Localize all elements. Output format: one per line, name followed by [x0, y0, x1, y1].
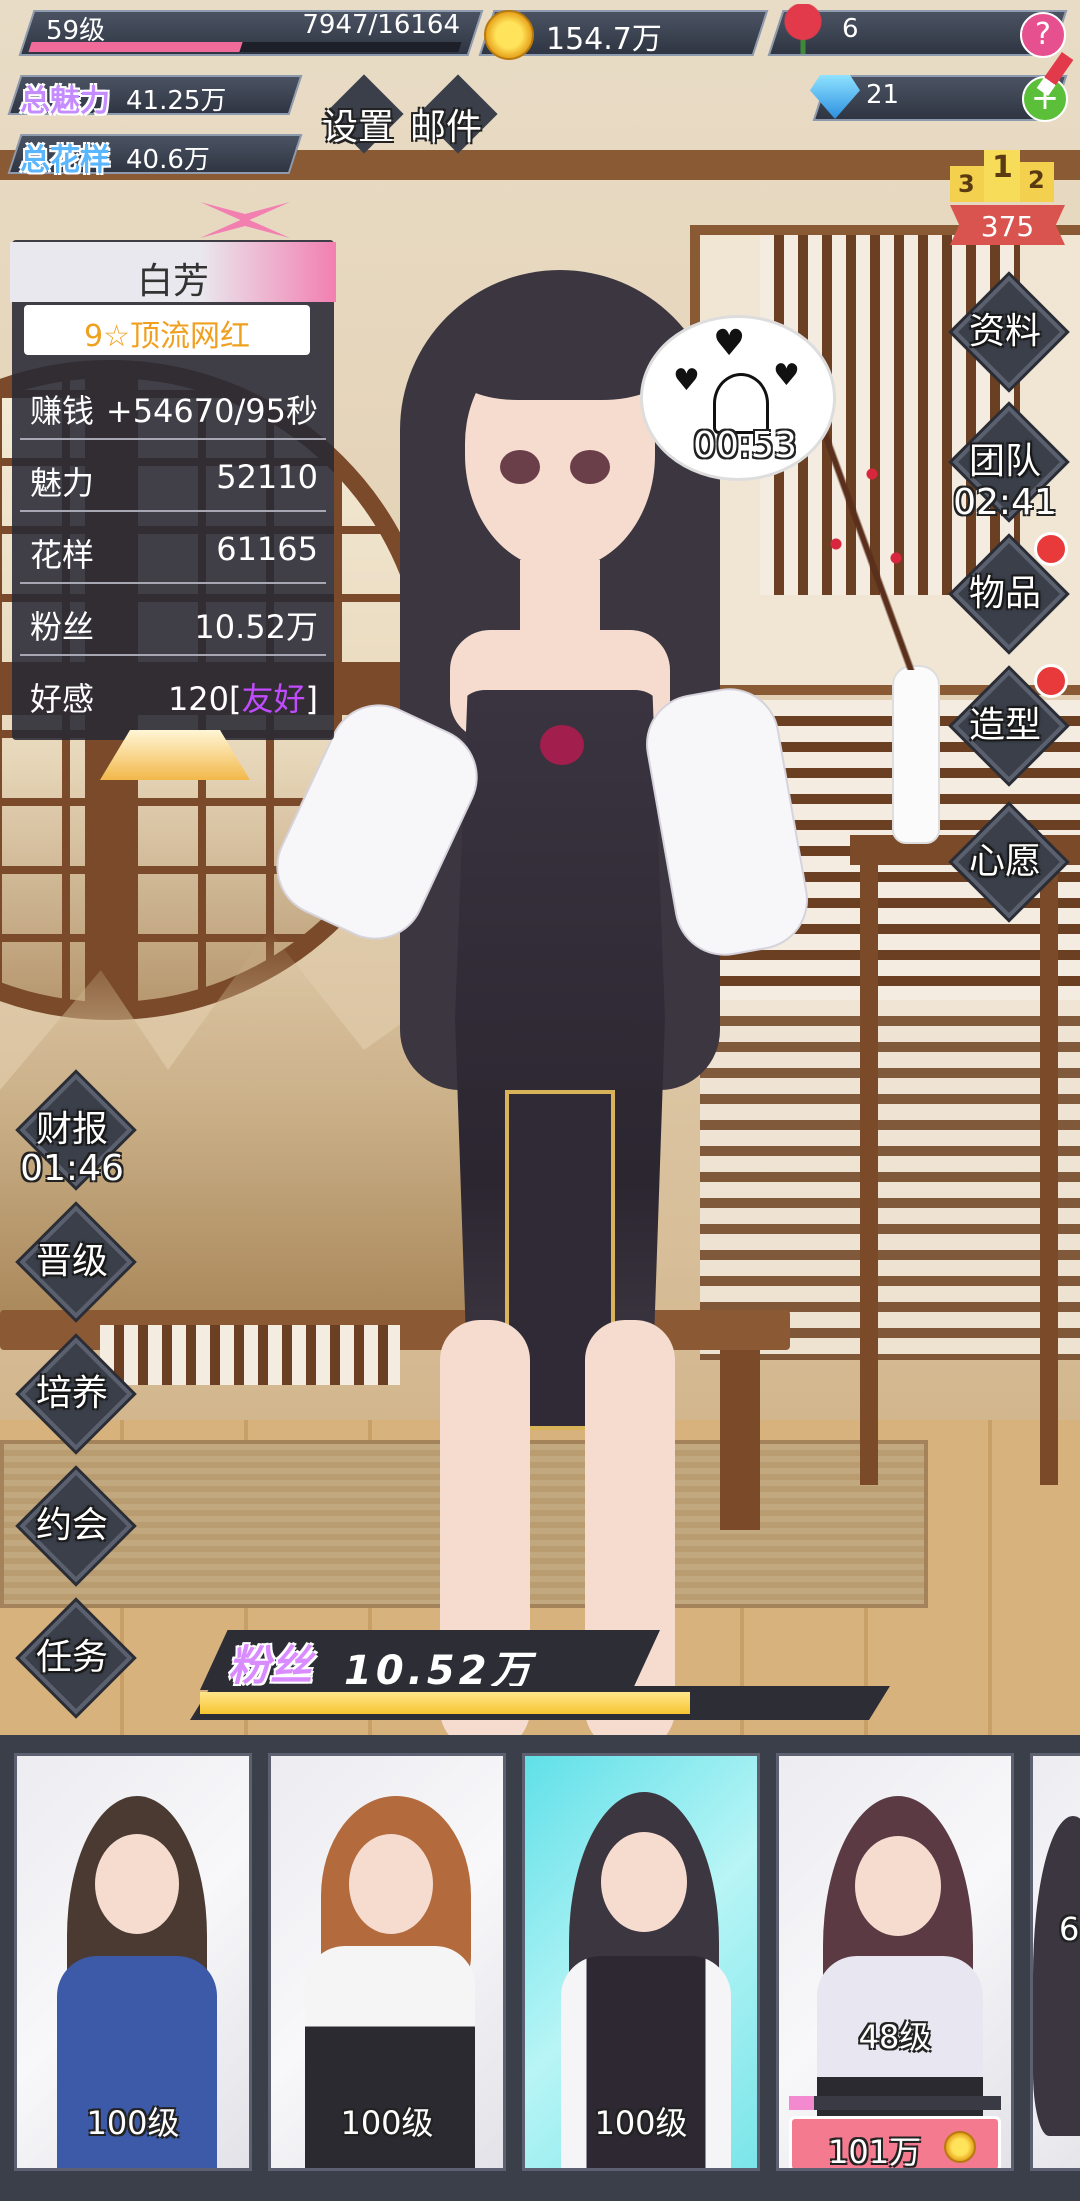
roses-value: 6: [842, 14, 859, 44]
coin-icon: [944, 2131, 976, 2163]
tasks-label: 任务: [35, 1637, 108, 1678]
card-level: 48级: [858, 2018, 932, 2056]
date-label: 约会: [35, 1505, 108, 1546]
total-style-value: 40.6万: [126, 145, 210, 175]
character-card[interactable]: 100级: [14, 1753, 252, 2171]
card-portrait-face: [349, 1834, 433, 1934]
stat-value: 52110: [216, 458, 318, 496]
ranking-podium[interactable]: 3 1 2: [950, 136, 1060, 206]
card-level: 100级: [86, 2104, 180, 2142]
stat-value: 120[友好]: [168, 674, 318, 720]
tasks-button[interactable]: 任务: [22, 1604, 122, 1704]
character-card[interactable]: 100级: [268, 1753, 506, 2171]
character-eye-right: [570, 450, 610, 484]
items-notification-dot: [1034, 532, 1068, 566]
items-label: 物品: [968, 573, 1041, 614]
stat-value: +54670/95秒: [105, 392, 318, 430]
heart-icon: ♥: [673, 363, 700, 398]
settings-button[interactable]: 设置: [322, 98, 394, 150]
heart-icon: ♥: [713, 323, 746, 364]
stat-row-fans: 粉丝 10.52万: [20, 584, 326, 656]
bench-slats: [100, 1325, 400, 1385]
affection-level: 友好: [241, 680, 306, 718]
character-card-strip: 100级 100级 100级 48级 101万 6: [0, 1735, 1080, 2201]
train-button[interactable]: 培养: [22, 1340, 122, 1440]
card-progress-track: [789, 2096, 1001, 2110]
dress-rose: [540, 725, 584, 765]
coins-value: 154.7万: [546, 22, 662, 57]
total-charm-label: 总魅力: [20, 84, 110, 119]
level-text: 59级: [46, 16, 106, 46]
train-label: 培养: [35, 1373, 108, 1414]
card-portrait-face: [95, 1834, 179, 1934]
total-charm-value: 41.25万: [126, 86, 227, 116]
stat-label: 花样: [30, 536, 95, 574]
side-table-leg-left: [860, 865, 878, 1485]
character-illustration[interactable]: [259, 270, 820, 1750]
side-table-leg-right: [1040, 865, 1058, 1485]
vase: [892, 665, 940, 844]
rank-3-text: 3: [958, 170, 975, 198]
styling-notification-dot: [1034, 664, 1068, 698]
card-progress-fill: [789, 2096, 815, 2110]
wish-button[interactable]: 心愿: [955, 808, 1055, 908]
card-portrait-face: [601, 1832, 687, 1932]
fans-progress-fill: [200, 1692, 690, 1714]
stat-list: 赚钱 +54670/95秒 魅力 52110 花样 61165 粉丝 10.52…: [12, 368, 334, 730]
rank-2-text: 2: [1028, 166, 1045, 194]
fans-bar-label: 粉丝: [228, 1641, 313, 1690]
character-card[interactable]: 48级 101万: [776, 1753, 1014, 2171]
stat-row-style: 花样 61165: [20, 512, 326, 584]
character-eye-left: [500, 450, 540, 484]
mood-timer: 00:53: [693, 425, 797, 466]
finance-report-timer: 01:46: [20, 1148, 124, 1189]
coin-icon: [484, 10, 534, 60]
character-card-partial[interactable]: 6: [1030, 1753, 1080, 2171]
mail-button[interactable]: 邮件: [410, 98, 482, 150]
total-style-label: 总花样: [20, 143, 110, 178]
card-level: 6: [1059, 1910, 1080, 1948]
character-bangs: [455, 310, 665, 400]
character-card-selected[interactable]: 100级: [522, 1753, 760, 2171]
stat-row-charm: 魅力 52110: [20, 440, 326, 512]
stat-row-affection: 好感 120[友好]: [20, 656, 326, 726]
rank-value: 375: [980, 210, 1035, 243]
affection-number: 120[: [167, 680, 242, 718]
card-level: 100级: [594, 2104, 688, 2142]
stat-value: 10.52万: [194, 608, 318, 646]
character-title: 9☆顶流网红: [84, 319, 250, 354]
promote-label: 晋级: [35, 1241, 108, 1282]
stat-label: 好感: [30, 680, 95, 718]
affection-bracket: ]: [305, 680, 318, 718]
heart-icon: ♥: [773, 358, 800, 393]
stat-label: 魅力: [30, 464, 95, 502]
finance-report-label: 财报: [35, 1109, 108, 1150]
character-name: 白芳: [136, 261, 209, 302]
team-timer: 02:41: [953, 482, 1057, 523]
help-icon[interactable]: ?: [1020, 12, 1066, 58]
unlock-price-button[interactable]: 101万: [789, 2116, 1001, 2171]
stat-label: 粉丝: [30, 608, 95, 646]
card-level: 100级: [340, 2104, 434, 2142]
promote-button[interactable]: 晋级: [22, 1208, 122, 1308]
rank-1-text: 1: [992, 150, 1013, 185]
team-label: 团队: [968, 441, 1041, 482]
diamonds-value: 21: [866, 80, 900, 110]
date-button[interactable]: 约会: [22, 1472, 122, 1572]
profile-button[interactable]: 资料: [955, 278, 1055, 378]
rose-icon: [780, 4, 826, 54]
styling-label: 造型: [968, 705, 1041, 746]
exp-text: 7947/16164: [302, 10, 460, 40]
profile-label: 资料: [968, 311, 1041, 352]
unlock-price: 101万: [828, 2133, 922, 2171]
card-portrait-hair: [1033, 1816, 1080, 2136]
card-portrait-face: [855, 1836, 941, 1936]
stat-row-income: 赚钱 +54670/95秒: [20, 368, 326, 440]
top-bar: 59级 7947/16164 154.7万 6 ? 21 + 总魅力 41.25…: [0, 0, 1080, 245]
wish-label: 心愿: [968, 841, 1041, 882]
stat-value: 61165: [216, 530, 318, 568]
stat-label: 赚钱: [30, 392, 95, 430]
